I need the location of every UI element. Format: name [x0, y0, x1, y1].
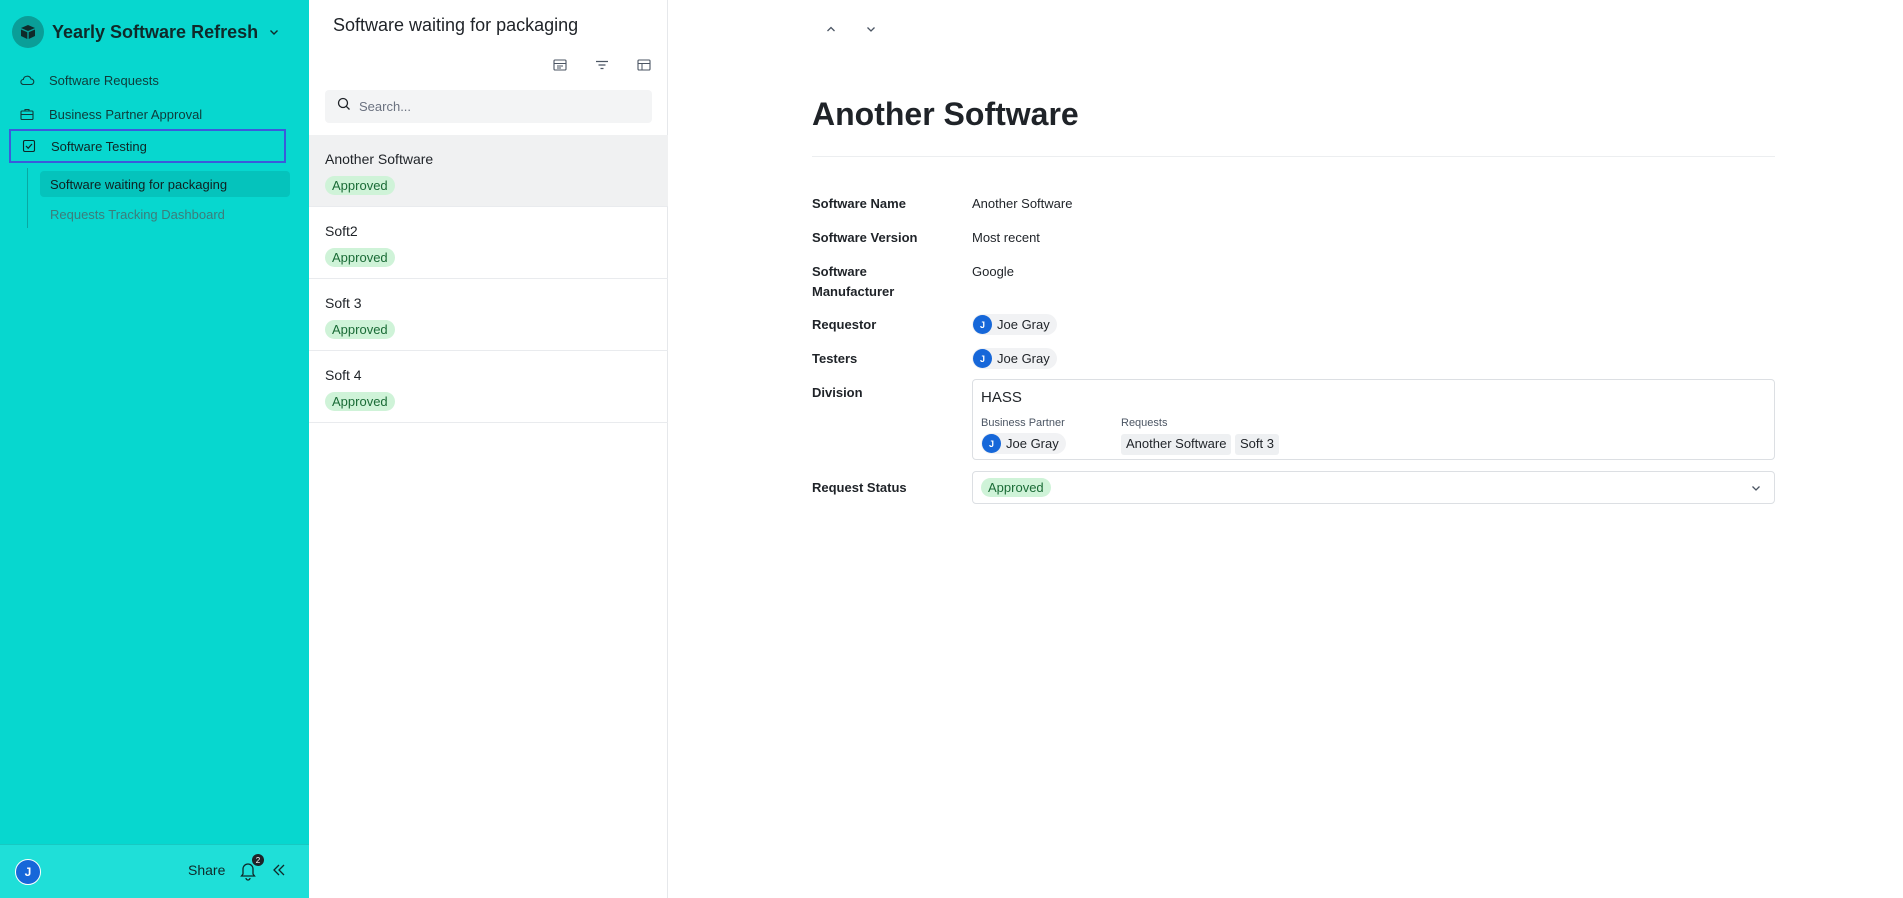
app-logo-icon: [12, 16, 44, 48]
field-label-testers: Testers: [812, 351, 858, 366]
list-toolbar: [551, 56, 653, 74]
sidebar-item-label: Software Testing: [51, 138, 147, 154]
sidebar-item-software-testing[interactable]: Software Testing: [9, 129, 286, 163]
record-name: Soft 3: [325, 295, 362, 311]
user-name: Joe Gray: [1006, 436, 1059, 451]
checkbox-icon: [21, 138, 37, 154]
next-record-icon[interactable]: [862, 20, 880, 38]
field-label-software-name: Software Name: [812, 196, 906, 211]
division-linked-record[interactable]: HASS Business Partner J Joe Gray Request…: [972, 379, 1775, 460]
briefcase-icon: [19, 106, 35, 122]
status-badge: Approved: [325, 392, 395, 411]
list-item[interactable]: Soft 3 Approved: [309, 279, 668, 351]
record-title: Another Software: [812, 96, 1079, 132]
field-label-software-manufacturer: Software Manufacturer: [812, 264, 895, 299]
record-name: Soft 4: [325, 367, 362, 383]
record-name: Soft2: [325, 223, 358, 239]
field-label-division: Division: [812, 385, 863, 400]
linked-request-chip[interactable]: Another Software: [1121, 434, 1232, 455]
status-badge: Approved: [325, 248, 395, 267]
app-title: Yearly Software Refresh: [52, 21, 259, 42]
requests-label: Requests: [1121, 417, 1168, 429]
user-chip-business-partner[interactable]: J Joe Gray: [981, 433, 1066, 454]
sidebar-item-business-partner-approval[interactable]: Business Partner Approval: [9, 97, 286, 131]
status-badge: Approved: [981, 478, 1051, 497]
chevron-down-icon: [1750, 481, 1762, 499]
sidebar-subitem-label: Software waiting for packaging: [50, 176, 228, 192]
field-label-request-status: Request Status: [812, 480, 907, 495]
subnav-divider: [27, 168, 28, 228]
list-item[interactable]: Soft 4 Approved: [309, 351, 668, 423]
chevron-down-icon: [268, 26, 280, 38]
user-avatar[interactable]: J: [15, 859, 41, 885]
user-chip-requestor[interactable]: J Joe Gray: [972, 314, 1057, 335]
division-name: HASS: [981, 389, 1022, 406]
field-value-software-manufacturer[interactable]: Google: [972, 262, 1014, 282]
list-item[interactable]: Another Software Approved: [309, 135, 668, 207]
cloud-icon: [19, 72, 35, 88]
divider: [812, 156, 1775, 157]
layout-icon[interactable]: [635, 56, 653, 74]
record-list-panel: Software waiting for packaging Another S…: [309, 0, 668, 898]
record-detail-panel: Another Software Software Name Another S…: [668, 0, 1903, 898]
list-item[interactable]: Soft2 Approved: [309, 207, 668, 279]
status-badge: Approved: [325, 320, 395, 339]
app-switcher[interactable]: Yearly Software Refresh: [12, 14, 288, 50]
collapse-sidebar-icon[interactable]: [271, 862, 287, 878]
avatar: J: [973, 315, 992, 334]
fields-icon[interactable]: [551, 56, 569, 74]
search-icon: [337, 97, 351, 116]
sidebar-subitem-label: Requests Tracking Dashboard: [50, 206, 225, 222]
user-chip-testers[interactable]: J Joe Gray: [972, 348, 1057, 369]
request-status-select[interactable]: Approved: [972, 471, 1775, 504]
sidebar-item-label: Software Requests: [49, 72, 159, 88]
search-input[interactable]: [359, 99, 639, 114]
avatar: J: [982, 434, 1001, 453]
filter-icon[interactable]: [593, 56, 611, 74]
avatar: J: [973, 349, 992, 368]
field-value-software-version[interactable]: Most recent: [972, 228, 1040, 248]
record-navigation: [822, 20, 880, 38]
sidebar-footer: J Share 2: [0, 844, 309, 898]
previous-record-icon[interactable]: [822, 20, 840, 38]
status-badge: Approved: [325, 176, 395, 195]
user-name: Joe Gray: [997, 317, 1050, 332]
business-partner-label: Business Partner: [981, 417, 1065, 429]
sidebar: Yearly Software Refresh Software Request…: [0, 0, 309, 898]
field-label-software-version: Software Version: [812, 230, 918, 245]
sidebar-item-software-requests[interactable]: Software Requests: [9, 63, 286, 97]
search-bar[interactable]: [325, 90, 652, 123]
record-list: Another Software Approved Soft2 Approved…: [309, 135, 668, 423]
list-title: Software waiting for packaging: [333, 15, 579, 35]
sidebar-subitem-software-waiting-for-packaging[interactable]: Software waiting for packaging: [40, 171, 290, 197]
sidebar-subitem-requests-tracking-dashboard[interactable]: Requests Tracking Dashboard: [40, 201, 290, 227]
linked-request-chip[interactable]: Soft 3: [1235, 434, 1279, 455]
notification-count-badge: 2: [252, 854, 264, 866]
field-value-software-name[interactable]: Another Software: [972, 194, 1072, 214]
share-button[interactable]: Share: [188, 862, 225, 878]
user-name: Joe Gray: [997, 351, 1050, 366]
sidebar-item-label: Business Partner Approval: [49, 106, 203, 122]
field-label-requestor: Requestor: [812, 317, 877, 332]
record-name: Another Software: [325, 151, 434, 167]
